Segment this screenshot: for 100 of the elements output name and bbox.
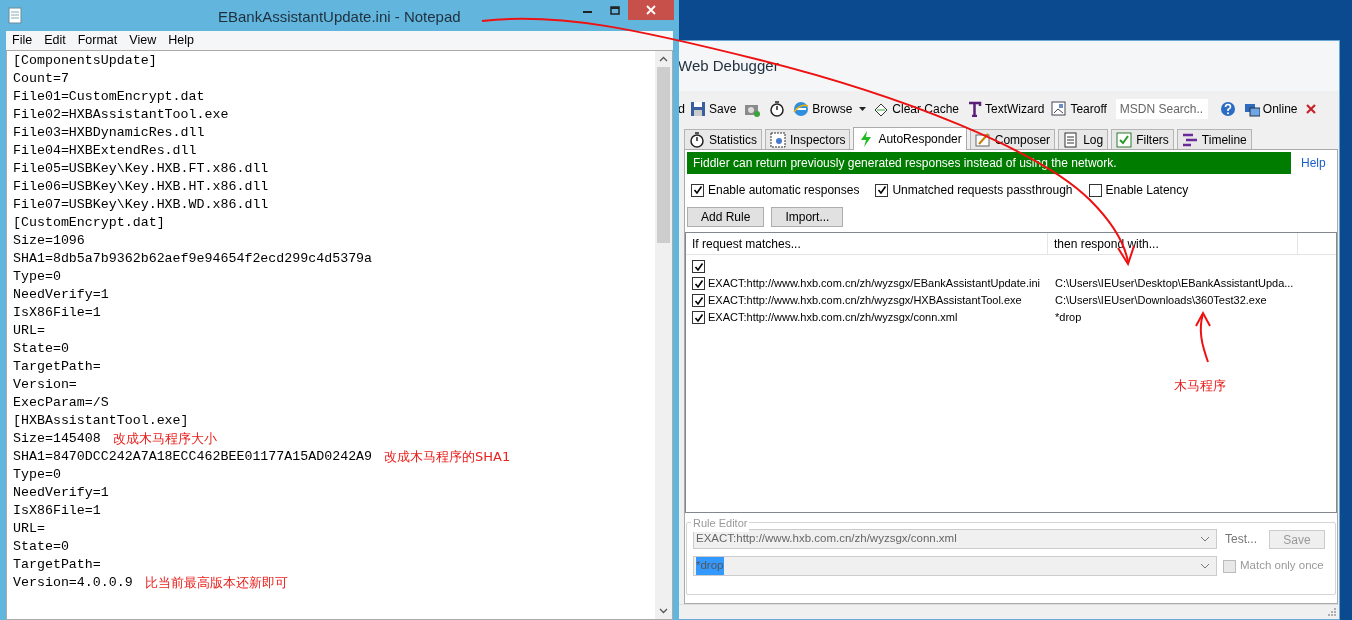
window-title: EBankAssistantUpdate.ini - Notepad <box>218 7 461 27</box>
resize-grip-icon <box>1327 607 1337 617</box>
text-line: Type=0 <box>13 268 61 286</box>
text-line: File05=USBKey\Key.HXB.FT.x86.dll <box>13 160 269 178</box>
annotation-text: 木马程序 <box>1174 377 1226 395</box>
text-line: Size=145408 <box>13 430 101 448</box>
caret-icon <box>1200 536 1210 542</box>
text-line: TargetPath= <box>13 358 101 376</box>
text-line: File03=HXBDynamicRes.dll <box>13 124 205 142</box>
scroll-thumb[interactable] <box>657 67 670 243</box>
maximize-icon <box>609 5 620 15</box>
text-line: Type=0 <box>13 466 61 484</box>
letter-t-icon <box>966 101 983 117</box>
column-header[interactable]: If request matches... <box>686 233 1048 254</box>
text-line: State=0 <box>13 340 69 358</box>
toolbar-button[interactable]: Browse <box>791 100 855 118</box>
bars-icon <box>1181 131 1198 148</box>
table-cell-text: EXACT:http://www.hxb.com.cn/zh/wyzsgx/conn.xml <box>708 310 959 326</box>
text-line: File06=USBKey\Key.HXB.HT.x86.dll <box>13 178 269 196</box>
dropdown-button[interactable] <box>857 107 869 111</box>
combo-box[interactable]: EXACT:http://www.hxb.com.cn/zh/wyzsgx/conn.xml <box>693 529 1217 549</box>
tab[interactable]: Log <box>1058 129 1109 149</box>
stopwatch-icon <box>769 101 786 117</box>
caret-icon <box>1200 563 1210 569</box>
text-line: NeedVerify=1 <box>13 286 109 304</box>
scroll-down-icon <box>659 608 668 614</box>
notepad-icon <box>8 7 22 24</box>
toolbar-button[interactable]: TextWizard <box>964 100 1047 118</box>
search-field[interactable]: MSDN Search... <box>1115 99 1208 119</box>
text-line: [ComponentsUpdate] <box>13 52 157 70</box>
check-icon <box>693 261 704 272</box>
close-icon <box>646 5 656 15</box>
text-line: File01=CustomEncrypt.dat <box>13 88 205 106</box>
scrollbar[interactable] <box>655 51 672 619</box>
help-link[interactable]: Help <box>1301 154 1326 172</box>
checkbox-label: Unmatched requests passthrough <box>892 182 1073 199</box>
menu-item[interactable]: File <box>6 31 39 50</box>
annotation-text: 改成木马程序的SHA1 <box>384 448 511 466</box>
check-icon <box>693 295 704 306</box>
checkbox[interactable] <box>692 277 705 290</box>
menu-item[interactable]: Edit <box>38 31 72 50</box>
text-line: Version= <box>13 376 77 394</box>
text-line: IsX86File=1 <box>13 502 101 520</box>
monitors-icon <box>1243 101 1260 117</box>
checkbox-label: Enable Latency <box>1105 182 1189 199</box>
checkbox[interactable] <box>1223 559 1236 573</box>
text-line: Version=4.0.0.9 <box>13 574 133 592</box>
text-line: NeedVerify=1 <box>13 484 109 502</box>
table-cell-text: EXACT:http://www.hxb.com.cn/zh/wyzsgx/HXBAssistantTool.exe <box>708 293 1023 309</box>
table-cell-text: C:\Users\IEUser\Downloads\360Test32.exe <box>1055 293 1267 309</box>
text-line: [CustomEncrypt.dat] <box>13 214 165 232</box>
window-title: Web Debugger <box>678 55 779 76</box>
pointer-arrow <box>1194 310 1212 364</box>
test-link[interactable]: Test... <box>1225 530 1257 548</box>
tab[interactable]: Statistics <box>684 129 762 149</box>
text-line: State=0 <box>13 538 69 556</box>
window-icon <box>1051 101 1068 117</box>
text-line: File07=USBKey\Key.HXB.WD.x86.dll <box>13 196 269 214</box>
menu-item[interactable]: View <box>123 31 163 50</box>
table-cell-text: C:\Users\IEUser\Desktop\EBankAssistantUpda... <box>1055 276 1294 292</box>
button[interactable]: Add Rule <box>687 207 765 227</box>
help-icon <box>1219 101 1236 117</box>
text-line: URL= <box>13 322 45 340</box>
check-icon <box>876 185 887 195</box>
tab[interactable]: Timeline <box>1176 129 1252 149</box>
text-line: URL= <box>13 520 45 538</box>
menu-item[interactable]: Help <box>162 31 200 50</box>
text-line: [HXBAssistantTool.exe] <box>13 412 189 430</box>
toolbar-button[interactable]: Online <box>1241 100 1300 118</box>
annotation-text: 改成木马程序大小 <box>112 430 217 448</box>
toolbar-text: d <box>678 100 685 118</box>
tab[interactable]: Filters <box>1111 129 1174 149</box>
text-line: TargetPath= <box>13 556 101 574</box>
close-button[interactable] <box>628 0 674 20</box>
checkbox[interactable] <box>692 311 705 324</box>
globe-icon <box>793 101 810 117</box>
menu-item[interactable]: Format <box>71 31 124 50</box>
button[interactable]: Import... <box>771 207 844 227</box>
diamond-icon <box>873 101 890 117</box>
tab[interactable]: Inspectors <box>765 129 851 149</box>
text-line: IsX86File=1 <box>13 304 101 322</box>
check-icon <box>693 278 704 289</box>
text-line: SHA1=8db5a7b9362b62aef9e94654f2ecd299c4d5379a <box>13 250 373 268</box>
checkbox[interactable] <box>1088 183 1102 197</box>
tab[interactable]: AutoResponder <box>853 127 967 150</box>
close-icon <box>1305 104 1316 114</box>
text-line: SHA1=8470DCC242A7A18ECC462BEE01177A15AD0242A9 <box>13 448 373 466</box>
text-line: ExecParam=/S <box>13 394 109 412</box>
text-line: File02=HXBAssistantTool.exe <box>13 106 229 124</box>
checkbox-label: Match only once <box>1240 558 1324 574</box>
scroll-up-icon <box>659 56 668 62</box>
checkbox[interactable] <box>692 260 705 273</box>
check-icon <box>692 185 703 195</box>
checkbox[interactable] <box>875 183 889 197</box>
checkbox[interactable] <box>692 294 705 307</box>
toolbar-button[interactable]: Save <box>687 100 739 118</box>
checkbox[interactable] <box>691 183 704 197</box>
text-line: File04=HXBExtendRes.dll <box>13 142 197 160</box>
tab[interactable]: Composer <box>969 129 1056 149</box>
toolbar-button[interactable]: Tearoff <box>1049 100 1109 118</box>
